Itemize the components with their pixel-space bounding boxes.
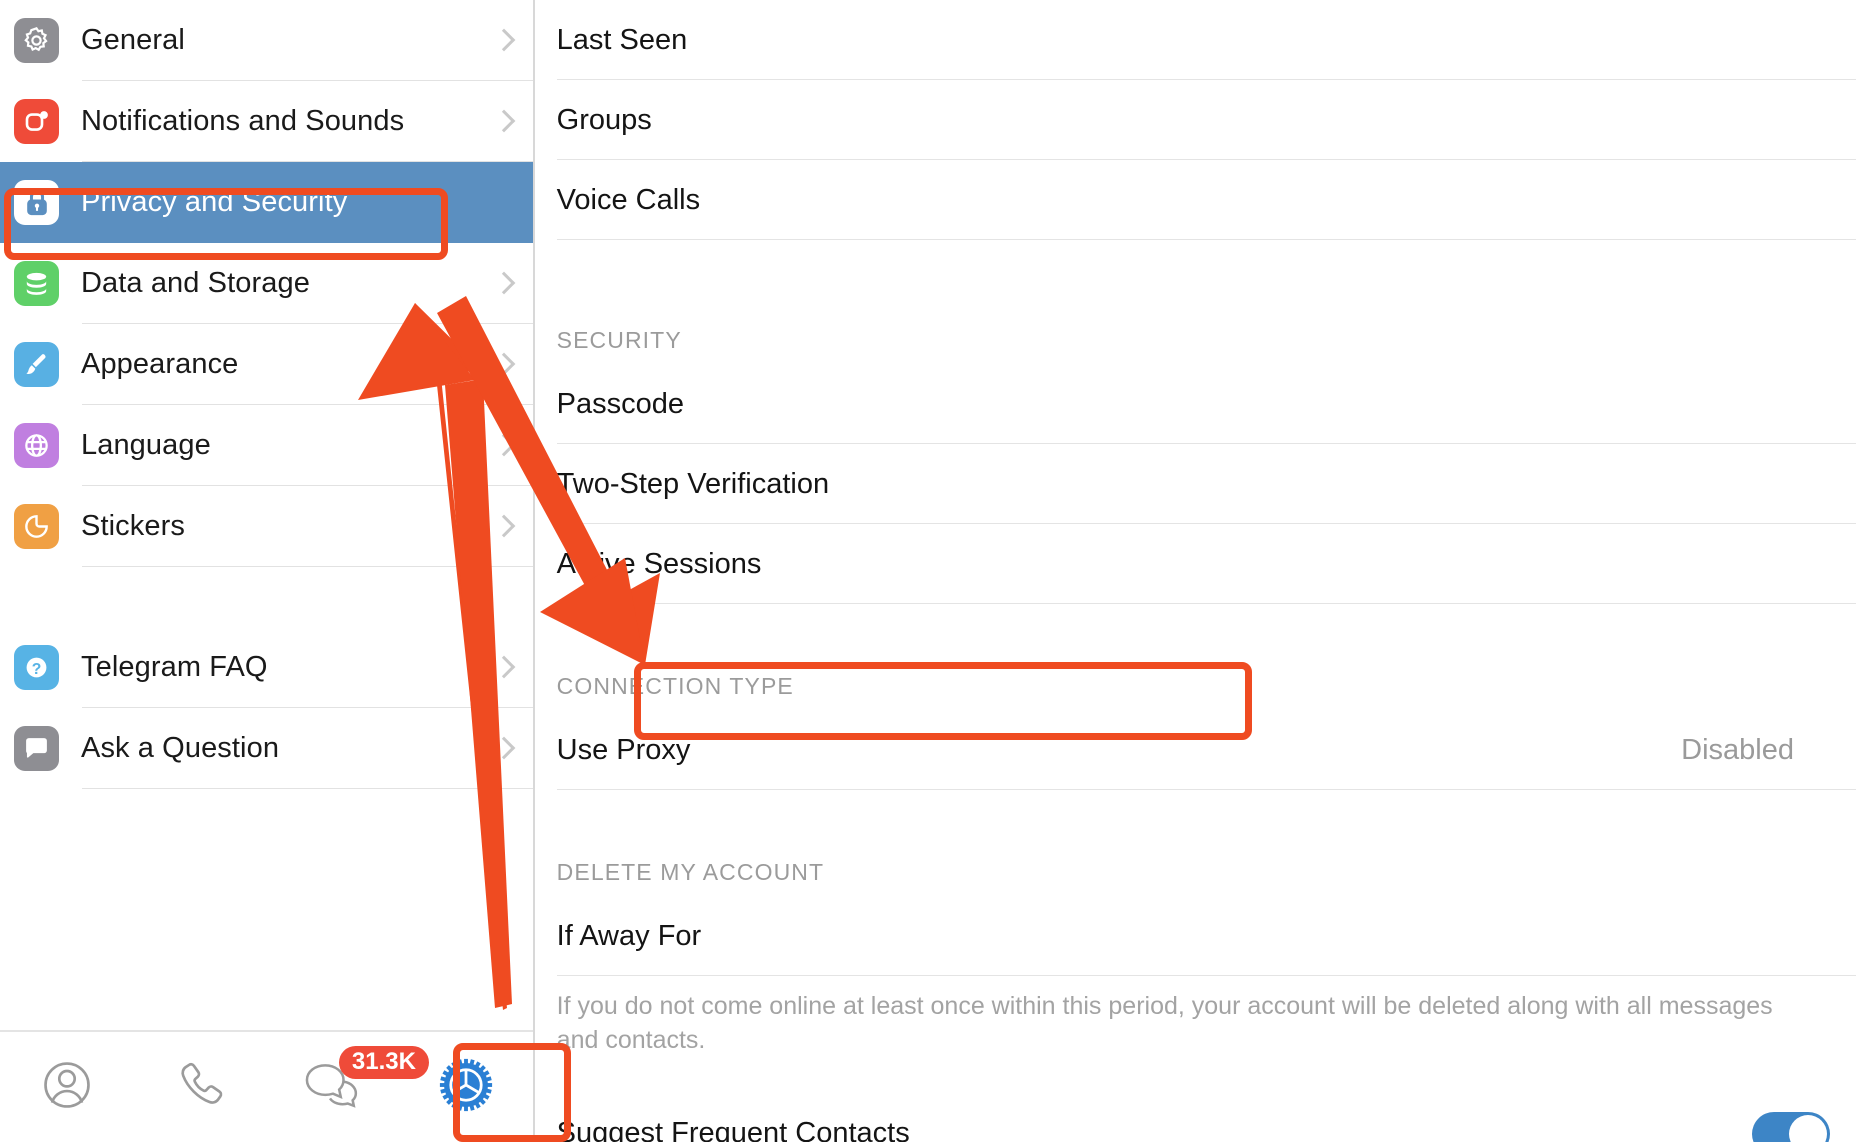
chevron-right-icon bbox=[496, 352, 511, 378]
chevron-right-icon bbox=[496, 433, 511, 459]
settings-sidebar: General Notifications and Sounds Privacy… bbox=[0, 0, 535, 1142]
paintbrush-icon bbox=[14, 342, 59, 387]
sticker-icon bbox=[14, 504, 59, 549]
section-header-security: SECURITY bbox=[556, 327, 682, 353]
setting-row-two-step-verification[interactable]: Two-Step Verification bbox=[535, 444, 1856, 524]
sidebar-item-label: Appearance bbox=[81, 348, 239, 380]
question-mark-icon: ? bbox=[14, 645, 59, 690]
chevron-right-icon bbox=[496, 514, 511, 540]
divider bbox=[82, 788, 533, 789]
sidebar-item-label: Privacy and Security bbox=[81, 186, 348, 218]
sidebar-item-label: Notifications and Sounds bbox=[81, 105, 405, 137]
contacts-person-icon bbox=[39, 1057, 95, 1118]
sidebar-item-label: Ask a Question bbox=[81, 732, 280, 764]
gear-settings-icon bbox=[437, 1056, 495, 1119]
lock-icon bbox=[14, 180, 59, 225]
row-label: Two-Step Verification bbox=[556, 467, 830, 500]
divider bbox=[556, 789, 1856, 790]
settings-window: General Notifications and Sounds Privacy… bbox=[0, 0, 1856, 1142]
setting-row-passcode[interactable]: Passcode bbox=[535, 364, 1856, 444]
suggest-frequent-contacts-toggle[interactable] bbox=[1752, 1111, 1830, 1142]
sidebar-group-spacer bbox=[0, 567, 533, 627]
row-label: Use Proxy bbox=[556, 733, 691, 766]
setting-row-suggest-frequent-contacts[interactable]: Suggest Frequent Contacts bbox=[535, 1094, 1856, 1142]
chevron-right-icon bbox=[496, 655, 511, 681]
sidebar-scroll-area: General Notifications and Sounds Privacy… bbox=[0, 0, 533, 1030]
sidebar-item-label: General bbox=[81, 24, 185, 56]
delete-account-note: If you do not come online at least once … bbox=[556, 992, 1773, 1054]
sidebar-item-notifications-and-sounds[interactable]: Notifications and Sounds bbox=[0, 81, 533, 162]
sidebar-item-label: Data and Storage bbox=[81, 267, 310, 299]
sidebar-item-label: Language bbox=[81, 429, 211, 461]
sidebar-item-general[interactable]: General bbox=[0, 0, 533, 81]
setting-row-last-seen[interactable]: Last Seen bbox=[535, 0, 1856, 80]
notification-bell-icon bbox=[14, 99, 59, 144]
row-label: Passcode bbox=[556, 387, 685, 420]
sidebar-item-telegram-faq[interactable]: ? Telegram FAQ bbox=[0, 627, 533, 708]
use-proxy-status: Disabled bbox=[1681, 733, 1794, 766]
setting-row-use-proxy[interactable]: Use Proxy Disabled bbox=[535, 710, 1856, 790]
chevron-right-icon bbox=[496, 109, 511, 135]
setting-row-groups[interactable]: Groups bbox=[535, 80, 1856, 160]
setting-row-active-sessions[interactable]: Active Sessions bbox=[535, 524, 1856, 604]
setting-row-if-away-for[interactable]: If Away For bbox=[535, 896, 1856, 976]
sidebar-item-privacy-and-security[interactable]: Privacy and Security bbox=[0, 162, 533, 243]
gear-icon bbox=[14, 18, 59, 63]
sidebar-item-stickers[interactable]: Stickers bbox=[0, 486, 533, 567]
sidebar-item-label: Stickers bbox=[81, 510, 185, 542]
section-header-connection-type: CONNECTION TYPE bbox=[556, 673, 794, 699]
chat-bubble-icon bbox=[14, 726, 59, 771]
tab-chats[interactable]: 31.3K bbox=[266, 1032, 429, 1142]
sidebar-item-data-and-storage[interactable]: Data and Storage bbox=[0, 243, 533, 324]
divider bbox=[556, 239, 1856, 240]
toggle-knob bbox=[1789, 1114, 1827, 1142]
sidebar-item-appearance[interactable]: Appearance bbox=[0, 324, 533, 405]
chevron-right-icon bbox=[496, 271, 511, 297]
sidebar-item-ask-a-question[interactable]: Ask a Question bbox=[0, 708, 533, 789]
row-label: Last Seen bbox=[556, 23, 688, 56]
section-header-delete-my-account: DELETE MY ACCOUNT bbox=[556, 859, 825, 885]
row-label: Groups bbox=[556, 103, 652, 136]
bottom-tab-bar: 31.3K bbox=[0, 1030, 533, 1142]
chevron-right-icon bbox=[496, 736, 511, 762]
sidebar-group-main: General Notifications and Sounds Privacy… bbox=[0, 0, 533, 567]
chevron-right-icon bbox=[496, 28, 511, 54]
row-label: Voice Calls bbox=[556, 183, 701, 216]
row-label: If Away For bbox=[556, 919, 702, 952]
tab-contacts[interactable] bbox=[0, 1032, 133, 1142]
sidebar-item-language[interactable]: Language bbox=[0, 405, 533, 486]
sidebar-group-support: ? Telegram FAQ Ask a Question bbox=[0, 627, 533, 789]
row-label: Active Sessions bbox=[556, 547, 762, 580]
tab-calls[interactable] bbox=[133, 1032, 266, 1142]
setting-row-voice-calls[interactable]: Voice Calls bbox=[535, 160, 1856, 240]
sidebar-item-label: Telegram FAQ bbox=[81, 651, 268, 683]
divider bbox=[556, 603, 1856, 604]
globe-icon bbox=[14, 423, 59, 468]
database-icon bbox=[14, 261, 59, 306]
phone-handset-icon bbox=[172, 1057, 228, 1118]
tab-settings[interactable] bbox=[400, 1032, 533, 1142]
divider bbox=[82, 566, 533, 567]
privacy-settings-panel: Last Seen Groups Voice Calls SECURITY Pa… bbox=[534, 0, 1856, 1142]
row-label: Suggest Frequent Contacts bbox=[556, 1117, 910, 1142]
svg-text:?: ? bbox=[32, 661, 42, 678]
